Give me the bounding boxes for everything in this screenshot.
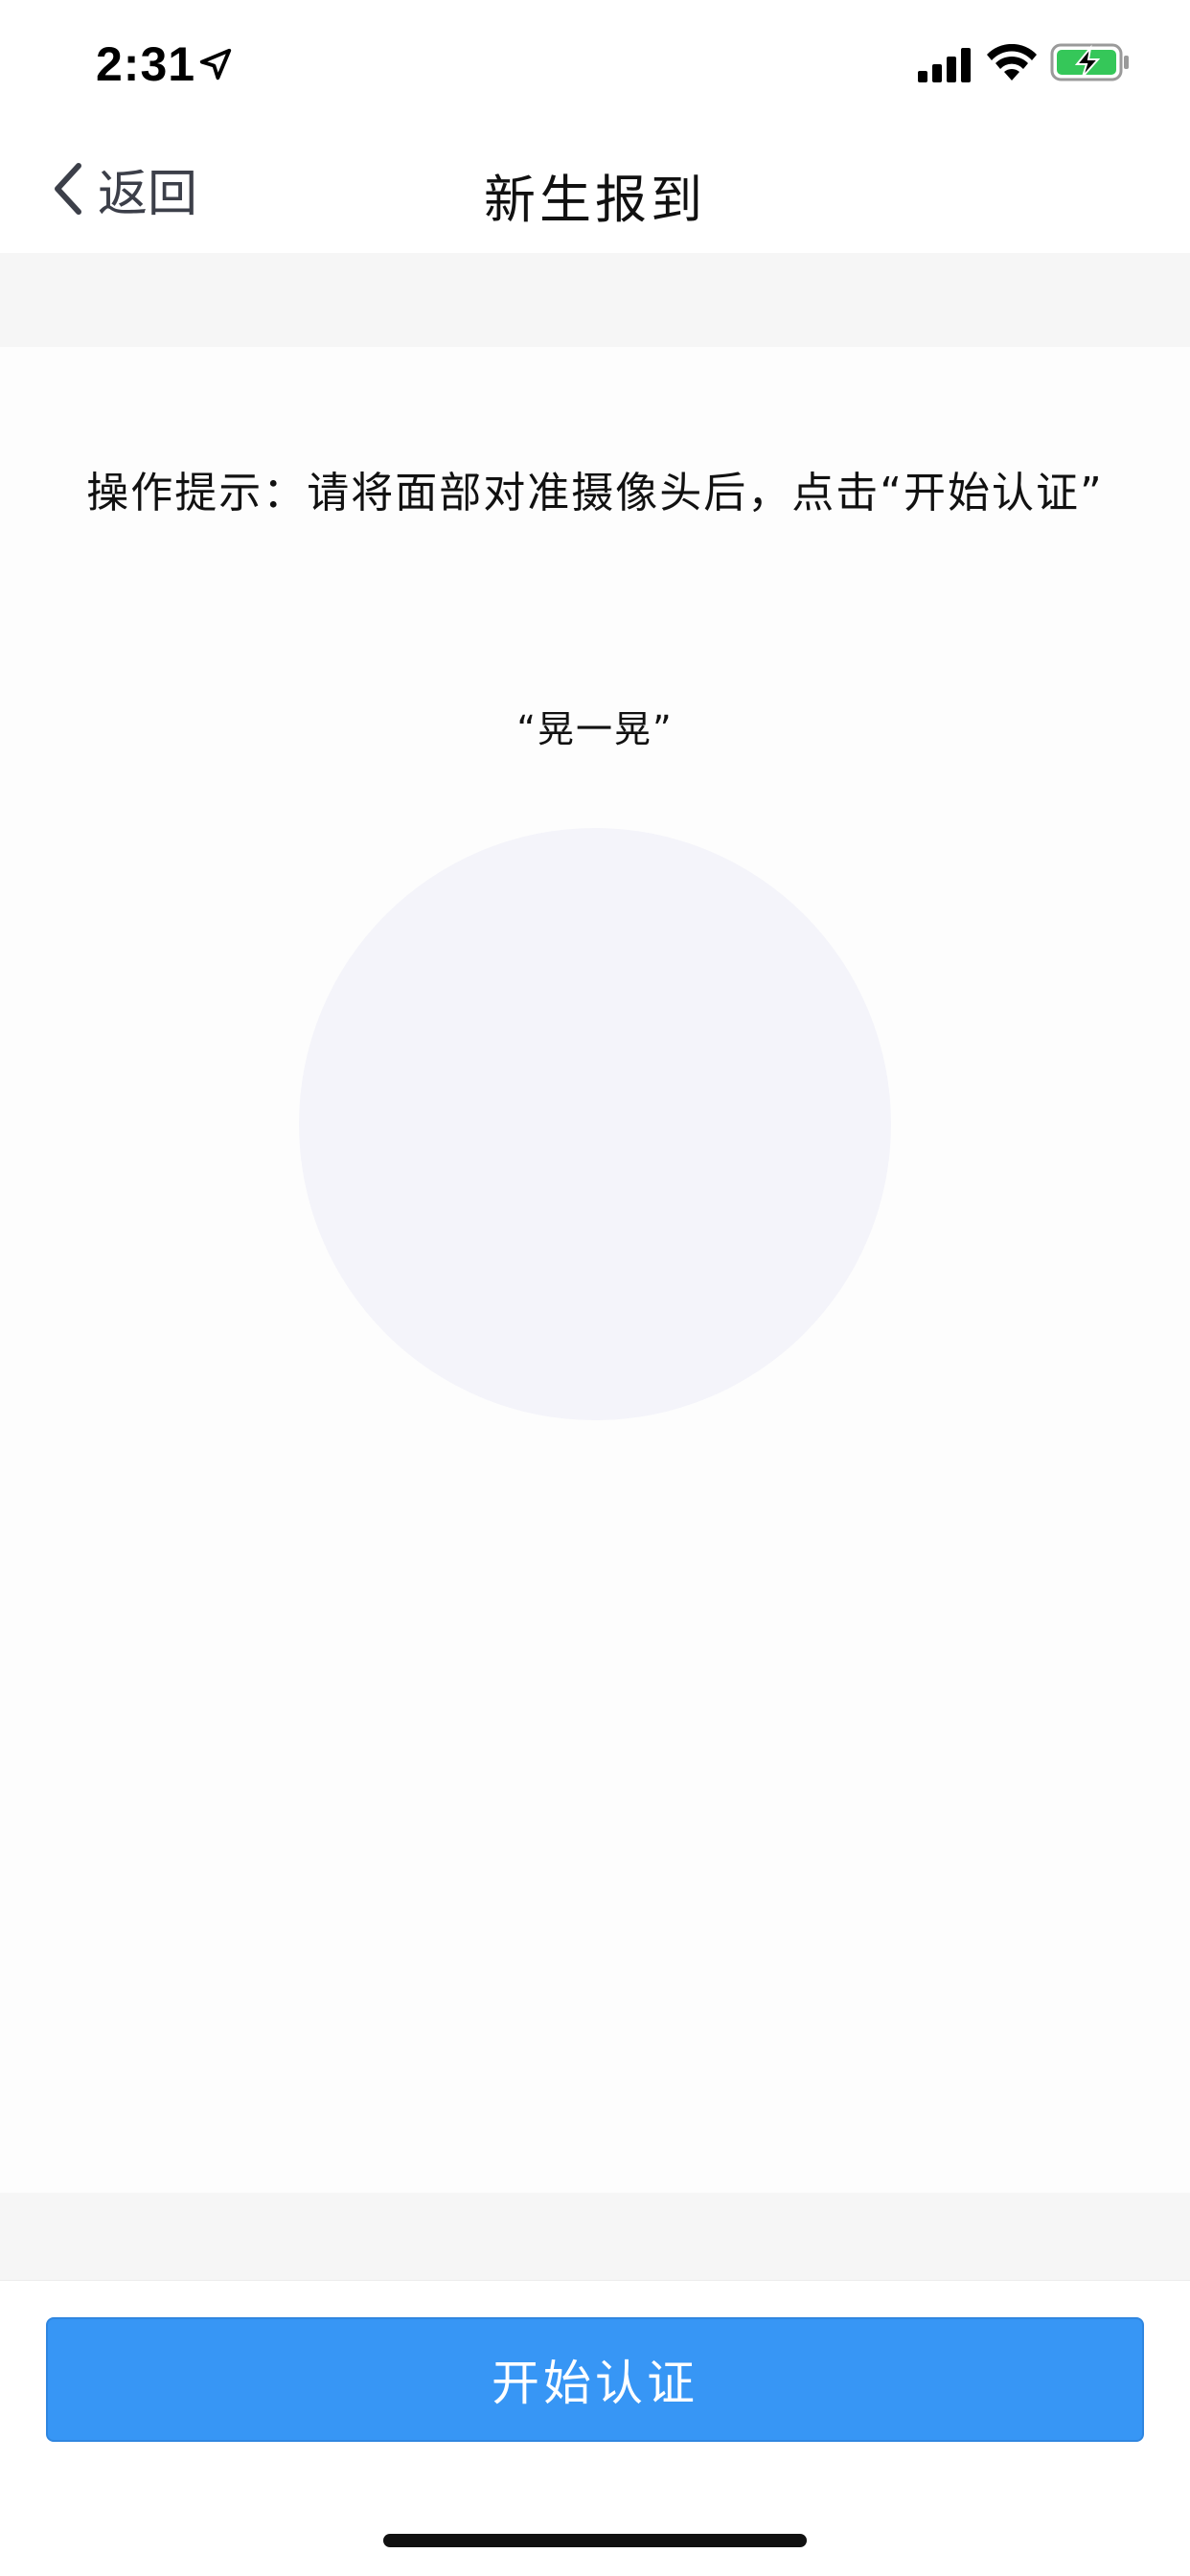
wifi-icon [987, 44, 1037, 80]
battery-charging-icon [1050, 43, 1129, 81]
divider-band-bottom [0, 2193, 1190, 2281]
action-prompt: “晃一晃” [516, 708, 674, 750]
screen: 2:31 返回 新生报到 操作提示：请将面部对准摄像头后，点击“开始认证” “晃… [0, 0, 1190, 2576]
camera-preview [299, 828, 891, 1420]
location-arrow-icon [199, 48, 232, 80]
home-indicator[interactable] [383, 2534, 807, 2547]
operation-hint: 操作提示：请将面部对准摄像头后，点击“开始认证” [86, 469, 1104, 518]
status-bar: 2:31 [0, 0, 1190, 126]
divider-band [0, 253, 1190, 347]
cellular-signal-icon [918, 48, 971, 82]
page-title: 新生报到 [484, 170, 706, 230]
status-time: 2:31 [96, 37, 196, 91]
start-verification-button[interactable]: 开始认证 [46, 2317, 1144, 2442]
navigation-bar: 返回 新生报到 [0, 126, 1190, 253]
